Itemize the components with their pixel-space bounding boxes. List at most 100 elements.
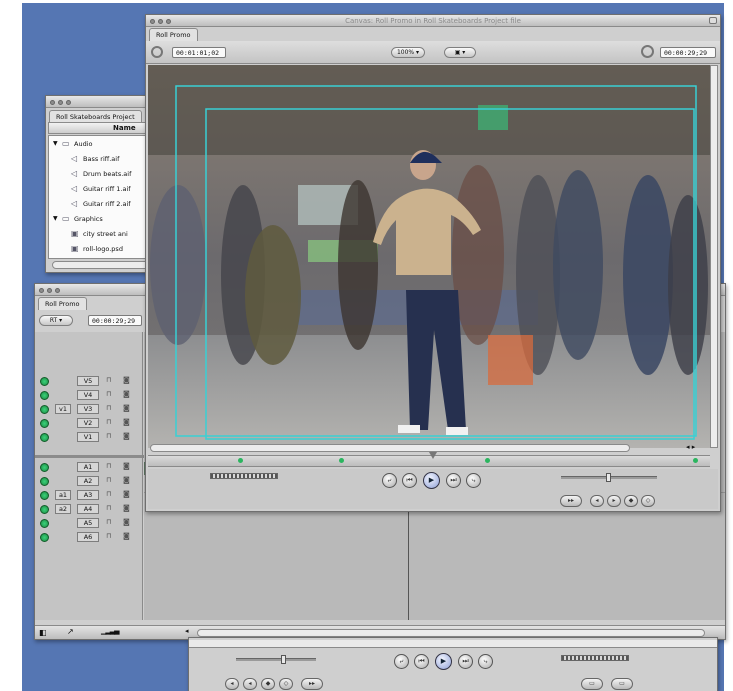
auto-select-icon[interactable]: ◙: [123, 504, 130, 512]
jog-dial-icon[interactable]: [151, 46, 163, 58]
track-visibility-toggle[interactable]: [40, 463, 49, 472]
track-height-icon[interactable]: ◧: [39, 628, 47, 637]
rt-menu[interactable]: RT ▾: [39, 315, 73, 326]
lock-icon[interactable]: ⊓: [106, 518, 111, 526]
lock-icon[interactable]: ⊓: [106, 376, 111, 384]
clip-overlay-icon[interactable]: ↗: [67, 627, 74, 636]
jog-knob[interactable]: [606, 473, 611, 482]
canvas-horizontal-scrollbar[interactable]: [150, 444, 630, 452]
lock-icon[interactable]: ⊓: [106, 462, 111, 470]
track-label[interactable]: A6: [77, 532, 99, 542]
viewer-button-2[interactable]: ◂: [243, 678, 257, 690]
zoom-slider-icon[interactable]: ▁▂▃▄: [101, 627, 120, 635]
scrubber-playhead[interactable]: [429, 452, 437, 459]
window-controls[interactable]: [50, 99, 74, 107]
viewer-button-6[interactable]: ▭: [581, 678, 603, 690]
viewer-button-3[interactable]: ◆: [261, 678, 275, 690]
view-popup[interactable]: ▣ ▾: [444, 47, 476, 58]
canvas-title-bar[interactable]: Canvas: Roll Promo in Roll Skateboards P…: [146, 15, 720, 27]
auto-select-icon[interactable]: ◙: [123, 404, 130, 412]
previous-edit-button[interactable]: ⤶: [394, 654, 409, 669]
track-label[interactable]: V2: [77, 418, 99, 428]
auto-select-icon[interactable]: ◙: [123, 518, 130, 526]
track-label[interactable]: A1: [77, 462, 99, 472]
play-in-out-button[interactable]: ⏮: [402, 473, 417, 488]
auto-select-icon[interactable]: ◙: [123, 432, 130, 440]
auto-select-icon[interactable]: ◙: [123, 532, 130, 540]
lock-icon[interactable]: ⊓: [106, 404, 111, 412]
track-visibility-toggle[interactable]: [40, 377, 49, 386]
video-frame[interactable]: [148, 65, 710, 448]
track-label[interactable]: A2: [77, 476, 99, 486]
track-visibility-toggle[interactable]: [40, 477, 49, 486]
track-label[interactable]: A5: [77, 518, 99, 528]
browser-scrollbar[interactable]: [52, 261, 160, 269]
play-around-button[interactable]: ⏭: [458, 654, 473, 669]
track-visibility-toggle[interactable]: [40, 533, 49, 542]
auto-select-icon[interactable]: ◙: [123, 390, 130, 398]
track-visibility-toggle[interactable]: [40, 433, 49, 442]
disclosure-triangle-icon[interactable]: ▼: [53, 215, 58, 222]
viewer-button-1[interactable]: ◂: [225, 678, 239, 690]
timeline-scrollbar[interactable]: [197, 629, 705, 637]
viewer-button-7[interactable]: ▭: [611, 678, 633, 690]
track-visibility-toggle[interactable]: [40, 419, 49, 428]
play-button[interactable]: ▶: [423, 472, 440, 489]
lock-icon[interactable]: ⊓: [106, 432, 111, 440]
scrubber-marker[interactable]: [339, 458, 345, 463]
scroll-arrows-icon[interactable]: ◂ ▸: [686, 443, 695, 451]
auto-select-icon[interactable]: ◙: [123, 476, 130, 484]
loop-icon[interactable]: [641, 45, 654, 58]
auto-select-icon[interactable]: ◙: [123, 462, 130, 470]
viewer-button-4[interactable]: ◇: [279, 678, 293, 690]
shuttle-control[interactable]: [210, 473, 278, 479]
viewer-shuttle-control[interactable]: [236, 655, 316, 664]
track-visibility-toggle[interactable]: [40, 505, 49, 514]
previous-edit-button[interactable]: ⤶: [382, 473, 397, 488]
lock-icon[interactable]: ⊓: [106, 390, 111, 398]
auto-select-icon[interactable]: ◙: [123, 490, 130, 498]
auto-select-icon[interactable]: ◙: [123, 376, 130, 384]
scrubber-marker[interactable]: [693, 458, 699, 463]
disclosure-triangle-icon[interactable]: ▼: [53, 140, 58, 147]
add-marker-button[interactable]: ◆: [624, 495, 638, 507]
viewer-scrubber[interactable]: [189, 640, 717, 648]
lock-icon[interactable]: ⊓: [106, 532, 111, 540]
mark-in-button[interactable]: ◂: [590, 495, 604, 507]
lock-icon[interactable]: ⊓: [106, 490, 111, 498]
auto-select-icon[interactable]: ◙: [123, 418, 130, 426]
track-label[interactable]: V4: [77, 390, 99, 400]
current-timecode[interactable]: 00:01:01;02: [172, 47, 226, 58]
scrubber-marker[interactable]: [237, 458, 243, 463]
play-around-button[interactable]: ⏭: [446, 473, 461, 488]
shuttle-knob[interactable]: [281, 655, 286, 664]
zoom-widget-icon[interactable]: [709, 17, 717, 24]
viewer-button-5[interactable]: ▸▸: [301, 678, 323, 690]
timeline-tab[interactable]: Roll Promo: [38, 297, 87, 310]
timeline-timecode[interactable]: 00:00:29;29: [88, 315, 142, 326]
lock-icon[interactable]: ⊓: [106, 418, 111, 426]
match-frame-button[interactable]: ▸▸: [560, 495, 582, 507]
play-in-out-button[interactable]: ⏮: [414, 654, 429, 669]
track-visibility-toggle[interactable]: [40, 405, 49, 414]
play-button[interactable]: ▶: [435, 653, 452, 670]
jog-control[interactable]: [561, 473, 657, 482]
track-visibility-toggle[interactable]: [40, 491, 49, 500]
source-control[interactable]: a1: [55, 490, 71, 500]
mark-out-button[interactable]: ▸: [607, 495, 621, 507]
canvas-vertical-scrollbar[interactable]: [710, 65, 718, 448]
scrubber-marker[interactable]: [485, 458, 491, 463]
track-label[interactable]: V3: [77, 404, 99, 414]
duration-timecode[interactable]: 00:00:29;29: [660, 47, 716, 58]
next-edit-button[interactable]: ⤷: [466, 473, 481, 488]
window-controls[interactable]: [39, 287, 63, 295]
track-label[interactable]: V1: [77, 432, 99, 442]
lock-icon[interactable]: ⊓: [106, 504, 111, 512]
lock-icon[interactable]: ⊓: [106, 476, 111, 484]
track-label[interactable]: V5: [77, 376, 99, 386]
add-keyframe-button[interactable]: ◇: [641, 495, 655, 507]
source-control[interactable]: a2: [55, 504, 71, 514]
track-label[interactable]: A3: [77, 490, 99, 500]
canvas-tab[interactable]: Roll Promo: [149, 28, 198, 41]
source-control[interactable]: v1: [55, 404, 71, 414]
